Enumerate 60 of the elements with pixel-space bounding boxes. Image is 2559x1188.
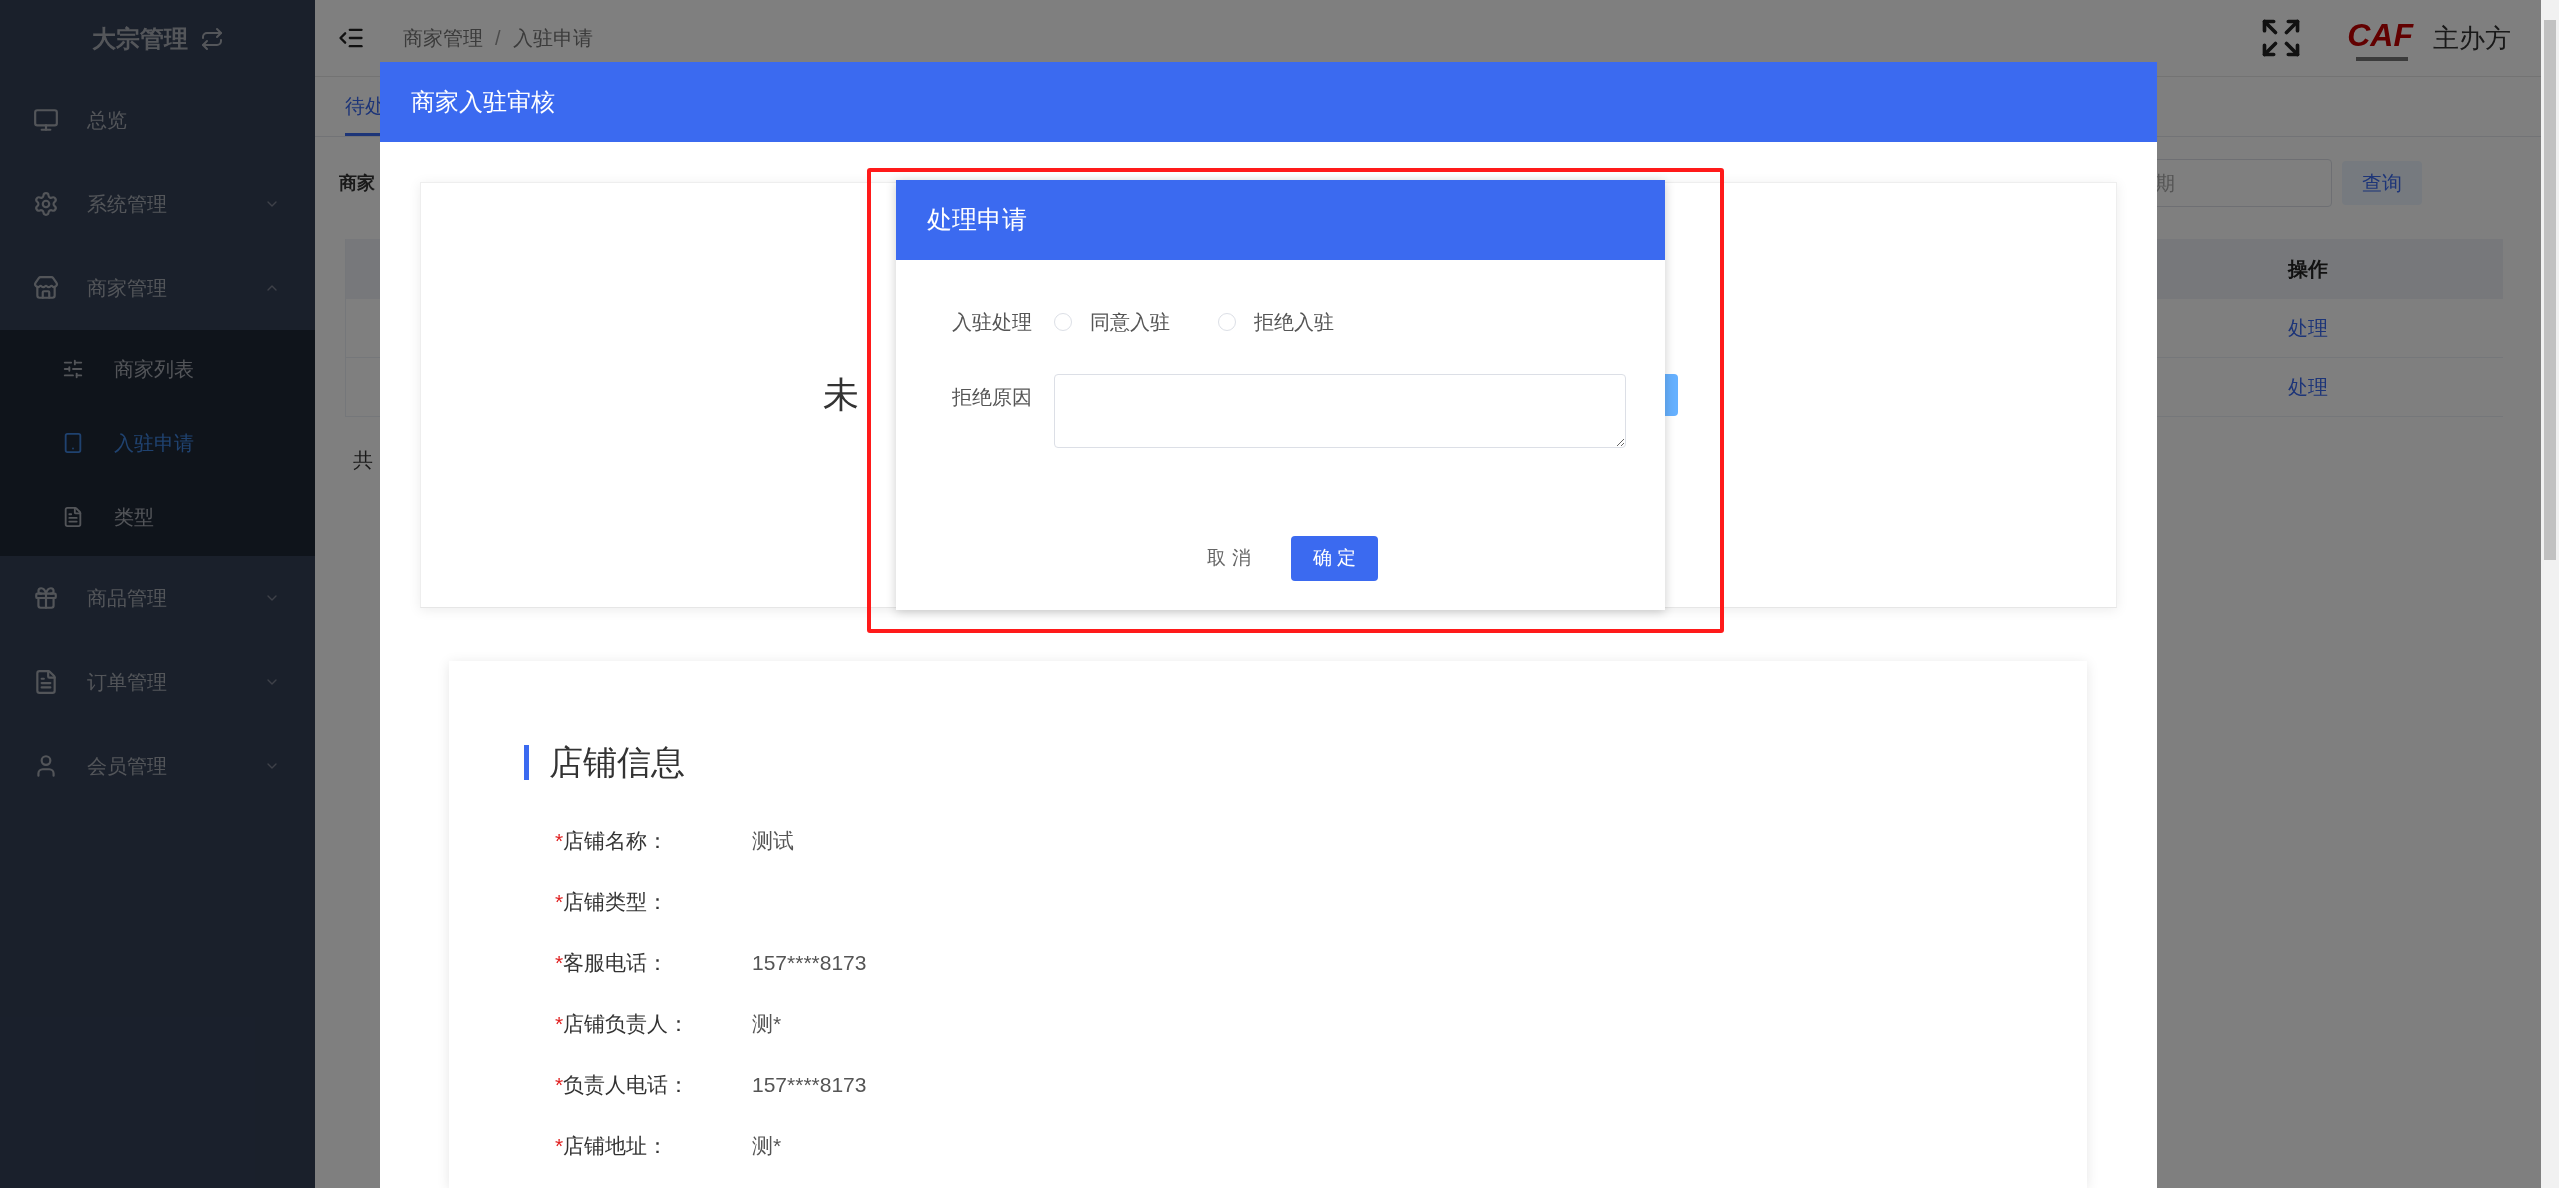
heading-accent-bar: [524, 745, 529, 780]
breadcrumb-item[interactable]: 入驻申请: [512, 23, 593, 53]
gift-icon: [33, 585, 59, 611]
field-value: 测*: [752, 1010, 782, 1037]
sidebar-item[interactable]: 商品管理: [0, 556, 315, 640]
process-link[interactable]: 处理: [2288, 317, 2328, 339]
sidebar-item[interactable]: 系统管理: [0, 162, 315, 246]
tablet-icon: [62, 432, 84, 454]
field-value: 157****8173: [752, 949, 867, 976]
sidebar-item[interactable]: 会员管理: [0, 724, 315, 808]
submenu-item[interactable]: 入驻申请: [0, 406, 315, 480]
field-label: 店铺名称：: [563, 827, 669, 854]
sidebar-item[interactable]: 商家管理: [0, 246, 315, 330]
field-label: 店铺负责人：: [563, 1010, 690, 1037]
submenu-item[interactable]: 类型: [0, 480, 315, 554]
host-label: 主办方: [2433, 21, 2511, 55]
field-value: 测*: [752, 1132, 782, 1159]
store-icon: [33, 275, 59, 301]
section-heading: 店铺信息: [549, 742, 685, 783]
status-text: 未: [823, 373, 859, 417]
breadcrumb-separator: /: [495, 26, 501, 51]
confirm-button[interactable]: 确 定: [1290, 536, 1378, 581]
required-mark: *: [555, 888, 564, 915]
reason-field[interactable]: [1054, 374, 1626, 448]
logo: CAF: [2341, 15, 2423, 61]
field-value: 测试: [752, 827, 794, 854]
sidebar-item[interactable]: 总览: [0, 78, 315, 162]
required-mark: *: [555, 949, 564, 976]
pagination-total: 共: [353, 449, 373, 471]
dialog-title: 处理申请: [927, 204, 1027, 236]
sidebar-item[interactable]: 订单管理: [0, 640, 315, 724]
required-mark: *: [555, 1132, 564, 1159]
query-button[interactable]: 查询: [2342, 161, 2422, 205]
field-label: 店铺类型：: [563, 888, 669, 915]
sliders-icon: [62, 358, 84, 380]
required-mark: *: [555, 827, 564, 854]
radio-option[interactable]: 同意入驻: [1054, 307, 1170, 337]
cancel-button[interactable]: 取 消: [1203, 536, 1255, 581]
required-mark: *: [555, 1010, 564, 1037]
field-label: 客服电话：: [563, 949, 669, 976]
app-title: 大宗管理: [91, 24, 188, 54]
settings-icon: [33, 191, 59, 217]
scrollbar[interactable]: [2541, 0, 2559, 1188]
breadcrumb-item[interactable]: 商家管理: [403, 23, 483, 53]
field-label: 负责人电话：: [563, 1071, 690, 1098]
filter-label: 商家: [339, 171, 375, 195]
field-label: 拒绝原因: [952, 385, 1033, 410]
required-mark: *: [555, 1071, 564, 1098]
column-header: 操作: [2286, 257, 2329, 282]
process-link[interactable]: 处理: [2288, 376, 2328, 398]
monitor-icon: [33, 107, 59, 133]
field-label: 入驻处理: [952, 310, 1033, 335]
document-icon: [33, 669, 59, 695]
submenu-item[interactable]: 商家列表: [0, 332, 315, 406]
field-value: 157****8173: [752, 1071, 867, 1098]
document-icon: [62, 506, 84, 528]
modal-title: 商家入驻审核: [411, 87, 555, 117]
field-label: 店铺地址：: [563, 1132, 669, 1159]
repeat-icon[interactable]: [199, 27, 224, 51]
radio-option[interactable]: 拒绝入驻: [1218, 307, 1334, 337]
